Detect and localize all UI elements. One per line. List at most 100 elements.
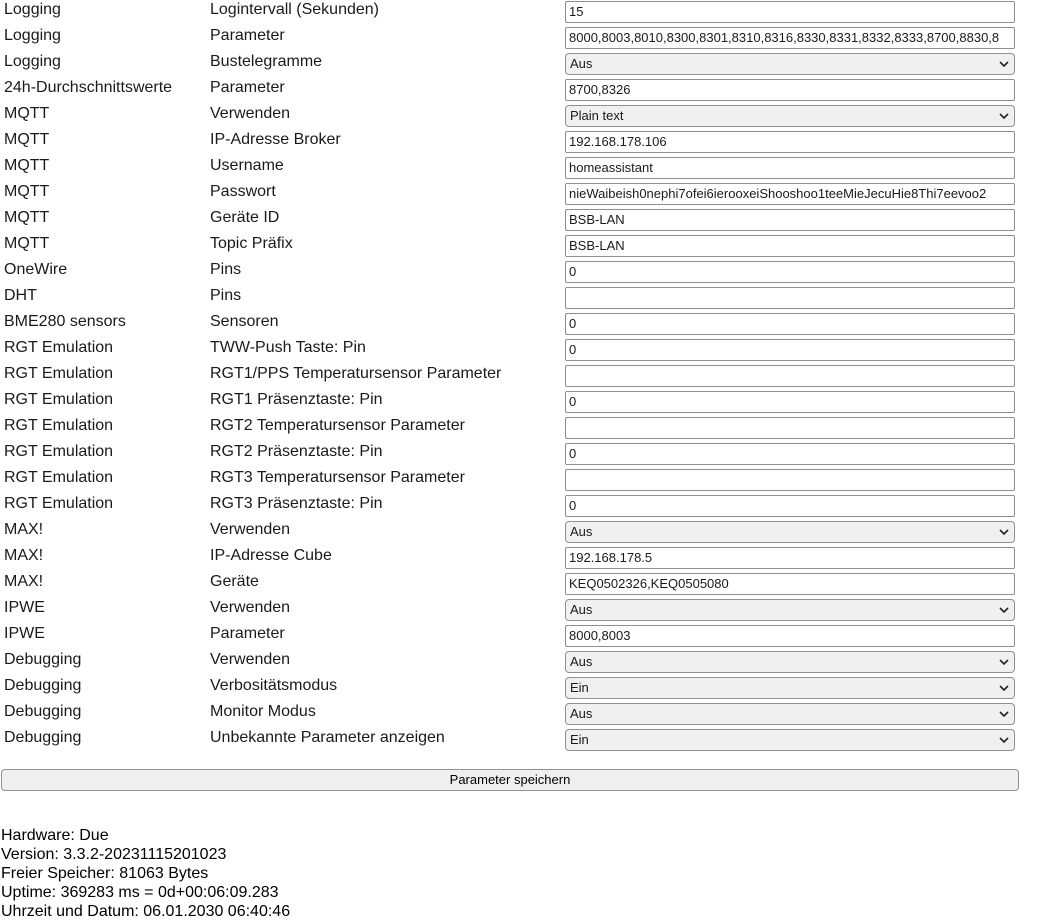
- chevron-down-icon: [999, 711, 1009, 718]
- setting-category: MQTT: [4, 183, 50, 200]
- setting-label: RGT3 Temperatursensor Parameter: [210, 469, 465, 486]
- select-value: Ein: [570, 680, 589, 695]
- setting-label: Verwenden: [210, 651, 291, 668]
- setting-input[interactable]: 8700,8326: [565, 79, 1015, 101]
- settings-row: MAX! Verwenden Aus: [0, 520, 1043, 546]
- setting-input[interactable]: 192.168.178.106: [565, 131, 1015, 153]
- setting-select[interactable]: Aus: [565, 599, 1015, 621]
- settings-row: MQTT Username homeassistant: [0, 156, 1043, 182]
- setting-category: RGT Emulation: [4, 417, 114, 434]
- free-memory-info: Freier Speicher: 81063 Bytes: [1, 865, 209, 882]
- settings-row: RGT Emulation RGT2 Präsenztaste: Pin 0: [0, 442, 1043, 468]
- setting-category: MQTT: [4, 235, 50, 252]
- setting-category: RGT Emulation: [4, 339, 114, 356]
- settings-table: Logging Logintervall (Sekunden) 15 Logging P…: [0, 0, 1043, 754]
- save-parameters-button[interactable]: Parameter speichern: [1, 769, 1019, 791]
- settings-row: MQTT Geräte ID BSB-LAN: [0, 208, 1043, 234]
- setting-category: MQTT: [4, 105, 50, 122]
- settings-row: Debugging Monitor Modus Aus: [0, 702, 1043, 728]
- setting-category: MAX!: [4, 573, 44, 590]
- settings-row: MQTT Topic Präfix BSB-LAN: [0, 234, 1043, 260]
- setting-label: IP-Adresse Broker: [210, 131, 341, 148]
- setting-input[interactable]: 0: [565, 313, 1015, 335]
- setting-input[interactable]: 8000,8003,8010,8300,8301,8310,8316,8330,…: [565, 27, 1015, 49]
- setting-input[interactable]: [565, 417, 1015, 439]
- chevron-down-icon: [999, 529, 1009, 536]
- setting-category: Debugging: [4, 729, 82, 746]
- setting-input[interactable]: 8000,8003: [565, 625, 1015, 647]
- setting-input[interactable]: 0: [565, 261, 1015, 283]
- settings-row: MQTT Passwort nieWaibeish0nephi7ofei6ieroo…: [0, 182, 1043, 208]
- setting-category: RGT Emulation: [4, 365, 114, 382]
- setting-label: Username: [210, 157, 284, 174]
- settings-row: IPWE Verwenden Aus: [0, 598, 1043, 624]
- setting-input[interactable]: BSB-LAN: [565, 209, 1015, 231]
- chevron-down-icon: [999, 685, 1009, 692]
- setting-label: Unbekannte Parameter anzeigen: [210, 729, 445, 746]
- setting-input[interactable]: KEQ0502326,KEQ0505080: [565, 573, 1015, 595]
- settings-row: RGT Emulation RGT1 Präsenztaste: Pin 0: [0, 390, 1043, 416]
- version-info: Version: 3.3.2-20231115201023: [1, 846, 227, 863]
- settings-row: MAX! Geräte KEQ0502326,KEQ0505080: [0, 572, 1043, 598]
- setting-input[interactable]: [565, 365, 1015, 387]
- setting-label: Passwort: [210, 183, 276, 200]
- setting-category: RGT Emulation: [4, 495, 114, 512]
- setting-select[interactable]: Ein: [565, 729, 1015, 751]
- settings-row: Debugging Verbositätsmodus Ein: [0, 676, 1043, 702]
- setting-label: Geräte: [210, 573, 259, 590]
- setting-input[interactable]: 0: [565, 391, 1015, 413]
- setting-input[interactable]: 192.168.178.5: [565, 547, 1015, 569]
- setting-input[interactable]: nieWaibeish0nephi7ofei6ierooxeiShooshoo1…: [565, 183, 1015, 205]
- setting-category: MAX!: [4, 521, 44, 538]
- setting-category: Logging: [4, 27, 61, 44]
- setting-category: Debugging: [4, 677, 82, 694]
- settings-row: IPWE Parameter 8000,8003: [0, 624, 1043, 650]
- setting-select[interactable]: Aus: [565, 53, 1015, 75]
- setting-category: IPWE: [4, 599, 45, 616]
- setting-input[interactable]: 0: [565, 495, 1015, 517]
- setting-label: RGT2 Präsenztaste: Pin: [210, 443, 383, 460]
- setting-category: OneWire: [4, 261, 68, 278]
- settings-row: OneWire Pins 0: [0, 260, 1043, 286]
- setting-label: IP-Adresse Cube: [210, 547, 332, 564]
- setting-input[interactable]: homeassistant: [565, 157, 1015, 179]
- select-value: Aus: [570, 654, 593, 669]
- setting-input[interactable]: [565, 469, 1015, 491]
- setting-select[interactable]: Aus: [565, 521, 1015, 543]
- setting-label: Parameter: [210, 27, 285, 44]
- setting-select[interactable]: Ein: [565, 677, 1015, 699]
- settings-row: Logging Parameter 8000,8003,8010,8300,8301…: [0, 26, 1043, 52]
- setting-input[interactable]: 0: [565, 443, 1015, 465]
- setting-category: Debugging: [4, 703, 82, 720]
- setting-input[interactable]: 15: [565, 1, 1015, 23]
- settings-row: MAX! IP-Adresse Cube 192.168.178.5: [0, 546, 1043, 572]
- setting-label: RGT1 Präsenztaste: Pin: [210, 391, 383, 408]
- settings-row: RGT Emulation RGT3 Präsenztaste: Pin 0: [0, 494, 1043, 520]
- select-value: Plain text: [570, 108, 624, 123]
- settings-row: MQTT Verwenden Plain text: [0, 104, 1043, 130]
- setting-category: MAX!: [4, 547, 44, 564]
- setting-category: DHT: [4, 287, 37, 304]
- setting-label: RGT2 Temperatursensor Parameter: [210, 417, 465, 434]
- setting-label: Verwenden: [210, 105, 291, 122]
- setting-input[interactable]: BSB-LAN: [565, 235, 1015, 257]
- select-value: Aus: [570, 706, 593, 721]
- select-value: Aus: [570, 524, 593, 539]
- setting-category: RGT Emulation: [4, 391, 114, 408]
- setting-select[interactable]: Plain text: [565, 105, 1015, 127]
- chevron-down-icon: [999, 607, 1009, 614]
- select-value: Ein: [570, 732, 589, 747]
- setting-input[interactable]: 0: [565, 339, 1015, 361]
- chevron-down-icon: [999, 659, 1009, 666]
- setting-label: Verbositätsmodus: [210, 677, 338, 694]
- setting-label: TWW-Push Taste: Pin: [210, 339, 366, 356]
- setting-label: Pins: [210, 261, 242, 278]
- setting-input[interactable]: [565, 287, 1015, 309]
- setting-select[interactable]: Aus: [565, 651, 1015, 673]
- setting-label: Geräte ID: [210, 209, 280, 226]
- setting-category: Logging: [4, 53, 61, 70]
- setting-label: Monitor Modus: [210, 703, 316, 720]
- setting-category: MQTT: [4, 131, 50, 148]
- setting-category: RGT Emulation: [4, 469, 114, 486]
- setting-select[interactable]: Aus: [565, 703, 1015, 725]
